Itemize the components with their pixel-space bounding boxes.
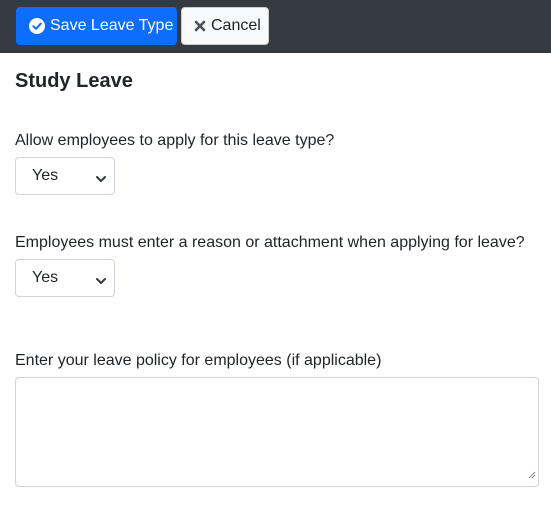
times-icon: [194, 20, 206, 32]
top-toolbar: Save Leave Type Cancel: [0, 0, 551, 53]
cancel-button[interactable]: Cancel: [181, 7, 269, 45]
check-circle-icon: [29, 18, 45, 34]
reason-required-label: Employees must enter a reason or attachm…: [15, 234, 525, 251]
page-title: Study Leave: [15, 70, 133, 92]
cancel-button-label: Cancel: [211, 17, 261, 34]
leave-policy-label: Enter your leave policy for employees (i…: [15, 352, 382, 369]
allow-apply-select[interactable]: Yes: [15, 157, 115, 195]
allow-apply-value: Yes: [32, 167, 59, 184]
save-button-label: Save Leave Type: [50, 17, 174, 34]
reason-required-select[interactable]: Yes: [15, 259, 115, 297]
resize-grip-icon[interactable]: [528, 466, 536, 484]
chevron-down-icon: [95, 273, 107, 291]
allow-apply-label: Allow employees to apply for this leave …: [15, 132, 335, 149]
reason-required-value: Yes: [32, 269, 59, 286]
leave-policy-textarea[interactable]: [15, 377, 539, 487]
chevron-down-icon: [95, 171, 107, 189]
save-leave-type-button[interactable]: Save Leave Type: [16, 7, 177, 45]
